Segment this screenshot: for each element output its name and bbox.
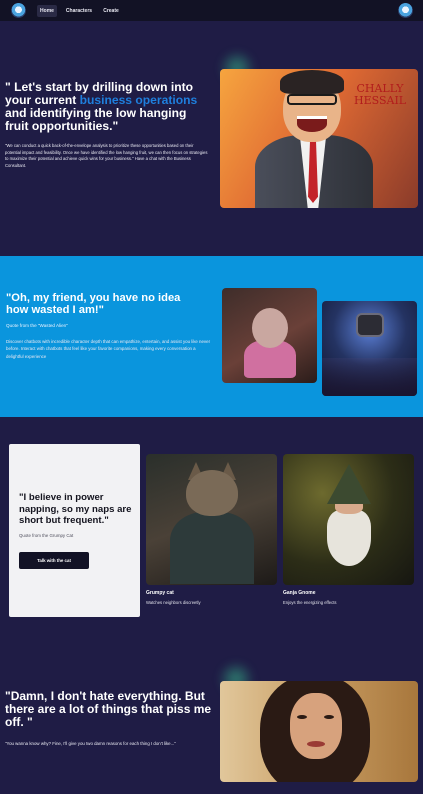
- nav-home[interactable]: Home: [37, 5, 57, 17]
- hero-heading-accent: business operations: [79, 92, 198, 107]
- alien-quote-source: Quote from the "Wasted Alien": [6, 323, 68, 328]
- nav-characters[interactable]: Characters: [64, 5, 94, 17]
- mouth-shape: [297, 116, 327, 132]
- card-title-ganja-gnome: Ganja Gnome: [283, 590, 316, 596]
- damn-description: "You wanna know why? Fine, I'll give you…: [5, 741, 176, 746]
- damn-heading: "Damn, I don't hate everything. But ther…: [5, 689, 212, 729]
- gnome-hat-shape: [327, 464, 371, 504]
- image-sign-text: CHALLY HESSAIL: [354, 82, 407, 108]
- grumpy-cat-quote-card: [9, 444, 140, 617]
- card-subtitle-grumpy-cat: Watches neighbors discreetly: [146, 600, 201, 605]
- wasted-alien-image[interactable]: [222, 288, 317, 383]
- grumpy-cat-quote: "I believe in power napping, so my naps …: [19, 492, 132, 527]
- girl-lips-shape: [307, 741, 325, 747]
- grumpy-cat-quote-source: Quote from the Grumpy Cat: [19, 533, 74, 538]
- nav-create[interactable]: Create: [100, 5, 122, 17]
- hero-description: "We can conduct a quick back-of-the-enve…: [5, 143, 208, 168]
- girl-face-shape: [290, 693, 342, 759]
- business-consultant-image[interactable]: CHALLY HESSAIL: [220, 69, 418, 208]
- ganja-gnome-image[interactable]: [283, 454, 414, 585]
- crowd-shape: [322, 358, 417, 396]
- user-avatar-icon[interactable]: [398, 3, 413, 18]
- cat-coat-shape: [170, 512, 254, 584]
- hero-heading-part2: and identifying the low hanging fruit op…: [5, 105, 187, 133]
- alien-description: Discover chatbots with incredible charac…: [6, 339, 211, 359]
- top-navbar: Home Characters Create: [0, 0, 423, 21]
- card-title-grumpy-cat: Grumpy cat: [146, 590, 174, 596]
- gnome-beard-shape: [327, 510, 371, 566]
- grumpy-cat-image[interactable]: [146, 454, 277, 585]
- girl-eye-shape: [324, 715, 334, 719]
- alien-heading: "Oh, my friend, you have no idea how was…: [6, 292, 181, 316]
- glasses-shape: [287, 94, 337, 105]
- card-subtitle-ganja-gnome: Enjoys the energizing effects: [283, 600, 337, 605]
- party-robot-image[interactable]: [322, 301, 417, 396]
- logo-icon[interactable]: [11, 3, 26, 18]
- girl-eye-shape: [297, 715, 307, 719]
- cat-head-shape: [186, 470, 238, 516]
- alien-head-shape: [252, 308, 288, 348]
- hair-shape: [280, 70, 344, 94]
- talk-with-cat-button[interactable]: Talk with the cat: [19, 552, 89, 569]
- hero-heading: " Let's start by drilling down into your…: [5, 81, 210, 133]
- angry-girl-image[interactable]: [220, 681, 418, 782]
- robot-head-shape: [356, 313, 384, 337]
